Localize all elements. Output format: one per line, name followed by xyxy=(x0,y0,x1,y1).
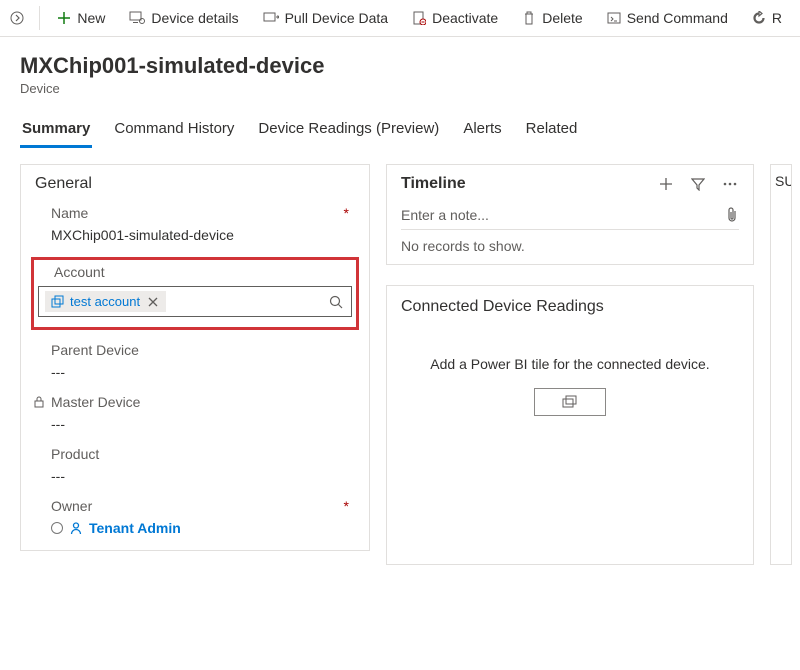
separator xyxy=(39,6,40,30)
device-details-button[interactable]: Device details xyxy=(119,6,248,30)
refresh-icon xyxy=(752,11,766,25)
owner-value-link[interactable]: Tenant Admin xyxy=(51,520,355,536)
tab-related[interactable]: Related xyxy=(524,114,580,148)
device-details-icon xyxy=(129,11,145,25)
product-value[interactable]: --- xyxy=(51,468,355,484)
new-button[interactable]: New xyxy=(47,6,115,30)
parent-device-value[interactable]: --- xyxy=(51,364,355,380)
timeline-filter-icon[interactable] xyxy=(689,175,707,193)
add-tile-button[interactable] xyxy=(534,388,606,416)
delete-label: Delete xyxy=(542,10,582,26)
timeline-add-icon[interactable] xyxy=(657,175,675,193)
side-panel-cutoff: SU xyxy=(770,164,792,565)
send-command-icon xyxy=(607,11,621,25)
owner-label: Owner xyxy=(51,498,92,514)
tab-device-readings[interactable]: Device Readings (Preview) xyxy=(256,114,441,148)
send-command-button[interactable]: Send Command xyxy=(597,6,738,30)
refresh-label: R xyxy=(772,10,782,26)
tab-command-history[interactable]: Command History xyxy=(112,114,236,148)
timeline-note-input-row xyxy=(401,201,739,230)
account-chip[interactable]: test account xyxy=(45,291,166,312)
command-bar: New Device details Pull Device Data Deac… xyxy=(0,0,800,37)
timeline-title: Timeline xyxy=(401,175,466,193)
account-search-icon[interactable] xyxy=(327,293,345,311)
delete-button[interactable]: Delete xyxy=(512,6,592,30)
plus-icon xyxy=(57,11,71,25)
person-icon xyxy=(69,521,83,535)
new-label: New xyxy=(77,10,105,26)
send-command-label: Send Command xyxy=(627,10,728,26)
field-parent-device: Parent Device --- xyxy=(35,342,355,380)
tab-bar: Summary Command History Device Readings … xyxy=(0,104,800,148)
pull-data-label: Pull Device Data xyxy=(285,10,389,26)
presence-icon xyxy=(51,522,63,534)
master-device-value: --- xyxy=(51,416,355,432)
tab-alerts[interactable]: Alerts xyxy=(461,114,503,148)
field-owner: Owner * Tenant Admin xyxy=(35,498,355,536)
page-title: MXChip001-simulated-device xyxy=(20,53,780,79)
tile-icon xyxy=(562,395,578,409)
timeline-panel: Timeline No records to show. xyxy=(386,164,754,265)
timeline-note-input[interactable] xyxy=(401,207,725,223)
owner-value: Tenant Admin xyxy=(89,520,181,536)
entity-type: Device xyxy=(20,81,780,96)
deactivate-button[interactable]: Deactivate xyxy=(402,6,508,30)
general-panel: General Name * MXChip001-simulated-devic… xyxy=(20,164,370,551)
deactivate-label: Deactivate xyxy=(432,10,498,26)
tab-summary[interactable]: Summary xyxy=(20,114,92,148)
name-label: Name xyxy=(51,205,88,221)
connected-readings-message: Add a Power BI tile for the connected de… xyxy=(401,356,739,372)
account-value: test account xyxy=(70,294,140,309)
account-icon xyxy=(51,295,64,308)
connected-readings-title: Connected Device Readings xyxy=(401,298,739,316)
timeline-more-icon[interactable] xyxy=(721,180,739,188)
account-clear-icon[interactable] xyxy=(146,297,160,307)
master-device-label: Master Device xyxy=(51,394,140,410)
attachment-icon[interactable] xyxy=(725,207,739,223)
product-label: Product xyxy=(51,446,99,462)
field-master-device: Master Device --- xyxy=(35,394,355,432)
required-indicator: * xyxy=(344,205,349,221)
account-label: Account xyxy=(54,264,105,280)
lock-icon xyxy=(33,396,45,408)
account-highlight: Account test account xyxy=(31,257,359,330)
delete-icon xyxy=(522,11,536,25)
field-product: Product --- xyxy=(35,446,355,484)
timeline-empty-text: No records to show. xyxy=(401,230,739,254)
general-title: General xyxy=(35,175,355,193)
pull-device-data-button[interactable]: Pull Device Data xyxy=(253,6,399,30)
chevron-right-icon[interactable] xyxy=(8,7,27,29)
refresh-button[interactable]: R xyxy=(742,6,792,30)
name-value[interactable]: MXChip001-simulated-device xyxy=(51,227,355,243)
field-account: Account test account xyxy=(38,264,352,317)
required-indicator: * xyxy=(344,498,349,514)
page-header: MXChip001-simulated-device Device xyxy=(0,37,800,104)
field-name: Name * MXChip001-simulated-device xyxy=(35,205,355,243)
connected-readings-panel: Connected Device Readings Add a Power BI… xyxy=(386,285,754,565)
pull-data-icon xyxy=(263,11,279,25)
account-lookup[interactable]: test account xyxy=(38,286,352,317)
device-details-label: Device details xyxy=(151,10,238,26)
side-panel-label: SU xyxy=(775,173,792,189)
content-area: General Name * MXChip001-simulated-devic… xyxy=(0,148,800,581)
deactivate-icon xyxy=(412,11,426,25)
parent-device-label: Parent Device xyxy=(51,342,139,358)
